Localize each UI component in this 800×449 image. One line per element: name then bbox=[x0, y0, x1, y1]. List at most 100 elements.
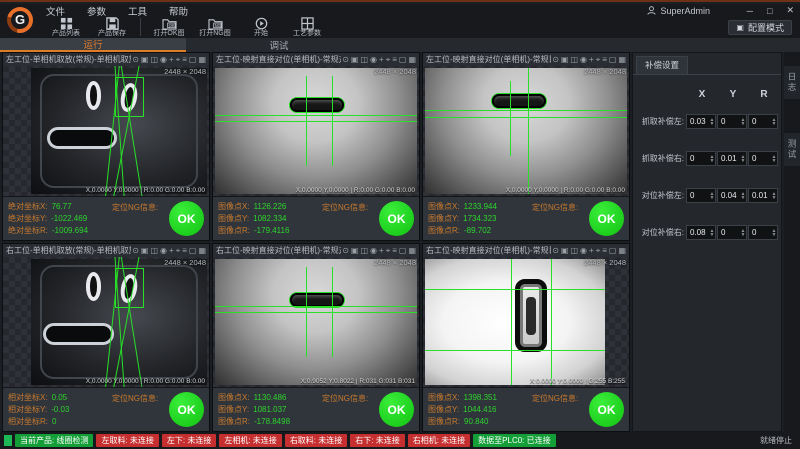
fullscreen-icon[interactable]: ▢ bbox=[399, 55, 407, 65]
crosshair-icon[interactable]: ⌖ bbox=[176, 55, 181, 65]
tab-debug[interactable]: 调试 bbox=[186, 38, 372, 52]
pan-icon[interactable]: + bbox=[379, 55, 384, 65]
fit-window-icon[interactable]: ▣ bbox=[561, 246, 569, 256]
compensation-x-input[interactable] bbox=[687, 189, 709, 202]
product-list-button[interactable]: 产品列表 bbox=[44, 17, 88, 38]
eye-icon[interactable]: ◉ bbox=[580, 246, 587, 256]
compensation-r-input[interactable] bbox=[749, 152, 771, 165]
menu-tools[interactable]: 工具 bbox=[128, 4, 147, 18]
spinner-down-icon[interactable]: ▼ bbox=[710, 122, 715, 126]
crosshair-icon[interactable]: ⌖ bbox=[386, 246, 391, 256]
side-tab-test[interactable]: 测试 bbox=[784, 133, 800, 166]
zoom-icon[interactable]: ⊙ bbox=[342, 55, 349, 65]
pan-icon[interactable]: + bbox=[379, 246, 384, 256]
compensation-panel-tab[interactable]: 补偿设置 bbox=[636, 56, 688, 74]
open-ng-image-button[interactable]: NG 打开NG图 bbox=[193, 17, 237, 38]
config-mode-button[interactable]: ▣ 配置模式 bbox=[728, 20, 792, 35]
open-ok-image-button[interactable]: OK 打开OK图 bbox=[147, 17, 191, 38]
spinner-down-icon[interactable]: ▼ bbox=[741, 122, 746, 126]
compensation-y-input[interactable] bbox=[718, 115, 740, 128]
fit-window-icon[interactable]: ▣ bbox=[141, 246, 149, 256]
list-icon[interactable]: ≡ bbox=[602, 55, 607, 65]
spinner-down-icon[interactable]: ▼ bbox=[741, 159, 746, 163]
zoom-icon[interactable]: ⊙ bbox=[552, 55, 559, 65]
grid-overlay-icon[interactable]: ▦ bbox=[198, 246, 206, 256]
fullscreen-icon[interactable]: ▢ bbox=[609, 246, 617, 256]
camera-image-viewport[interactable]: 2448 × 2048 bbox=[3, 66, 209, 196]
spinner-down-icon[interactable]: ▼ bbox=[772, 196, 777, 200]
pan-icon[interactable]: + bbox=[589, 55, 594, 65]
camera-image-viewport[interactable]: 2448 × 2048 bbox=[213, 257, 419, 387]
spinner-down-icon[interactable]: ▼ bbox=[772, 233, 777, 237]
actual-size-icon[interactable]: ◫ bbox=[570, 246, 578, 256]
camera-image-viewport[interactable]: 2448 × 2048 bbox=[423, 66, 629, 196]
crosshair-icon[interactable]: ⌖ bbox=[596, 246, 601, 256]
grid-overlay-icon[interactable]: ▦ bbox=[408, 246, 416, 256]
eye-icon[interactable]: ◉ bbox=[160, 55, 167, 65]
zoom-icon[interactable]: ⊙ bbox=[342, 246, 349, 256]
spinner-down-icon[interactable]: ▼ bbox=[772, 122, 777, 126]
camera-image-viewport[interactable]: 2448 × 2048 bbox=[423, 257, 629, 387]
zoom-icon[interactable]: ⊙ bbox=[132, 55, 139, 65]
eye-icon[interactable]: ◉ bbox=[580, 55, 587, 65]
compensation-x-input[interactable] bbox=[687, 226, 709, 239]
grid-overlay-icon[interactable]: ▦ bbox=[408, 55, 416, 65]
list-icon[interactable]: ≡ bbox=[182, 246, 187, 256]
grid-overlay-icon[interactable]: ▦ bbox=[618, 55, 626, 65]
tab-run[interactable]: 运行 bbox=[0, 38, 186, 52]
list-icon[interactable]: ≡ bbox=[182, 55, 187, 65]
eye-icon[interactable]: ◉ bbox=[370, 55, 377, 65]
fullscreen-icon[interactable]: ▢ bbox=[189, 55, 197, 65]
zoom-icon[interactable]: ⊙ bbox=[552, 246, 559, 256]
actual-size-icon[interactable]: ◫ bbox=[570, 55, 578, 65]
compensation-y-input[interactable] bbox=[718, 226, 740, 239]
camera-image-viewport[interactable]: 2448 × 2048 bbox=[3, 257, 209, 387]
actual-size-icon[interactable]: ◫ bbox=[360, 55, 368, 65]
fullscreen-icon[interactable]: ▢ bbox=[399, 246, 407, 256]
fullscreen-icon[interactable]: ▢ bbox=[189, 246, 197, 256]
process-parameters-button[interactable]: 工艺参数 bbox=[285, 17, 329, 38]
fit-window-icon[interactable]: ▣ bbox=[561, 55, 569, 65]
pan-icon[interactable]: + bbox=[169, 246, 174, 256]
menu-parameters[interactable]: 参数 bbox=[87, 4, 106, 18]
compensation-r-input[interactable] bbox=[749, 189, 771, 202]
compensation-x-input[interactable] bbox=[687, 115, 709, 128]
fit-window-icon[interactable]: ▣ bbox=[141, 55, 149, 65]
spinner-down-icon[interactable]: ▼ bbox=[710, 233, 715, 237]
menu-help[interactable]: 帮助 bbox=[169, 4, 188, 18]
menu-file[interactable]: 文件 bbox=[46, 4, 65, 18]
compensation-y-input[interactable] bbox=[718, 152, 740, 165]
grid-overlay-icon[interactable]: ▦ bbox=[618, 246, 626, 256]
zoom-icon[interactable]: ⊙ bbox=[132, 246, 139, 256]
pan-icon[interactable]: + bbox=[589, 246, 594, 256]
pan-icon[interactable]: + bbox=[169, 55, 174, 65]
eye-icon[interactable]: ◉ bbox=[160, 246, 167, 256]
close-button[interactable]: ✕ bbox=[786, 5, 794, 16]
eye-icon[interactable]: ◉ bbox=[370, 246, 377, 256]
spinner-down-icon[interactable]: ▼ bbox=[710, 159, 715, 163]
product-save-button[interactable]: 产品保存 bbox=[90, 17, 134, 38]
spinner-down-icon[interactable]: ▼ bbox=[710, 196, 715, 200]
maximize-button[interactable]: □ bbox=[767, 6, 772, 16]
crosshair-icon[interactable]: ⌖ bbox=[386, 55, 391, 65]
crosshair-icon[interactable]: ⌖ bbox=[176, 246, 181, 256]
spinner-down-icon[interactable]: ▼ bbox=[772, 159, 777, 163]
list-icon[interactable]: ≡ bbox=[392, 55, 397, 65]
crosshair-icon[interactable]: ⌖ bbox=[596, 55, 601, 65]
start-button[interactable]: 开始 bbox=[239, 17, 283, 38]
list-icon[interactable]: ≡ bbox=[602, 246, 607, 256]
minimize-button[interactable]: ─ bbox=[747, 6, 753, 16]
compensation-x-input[interactable] bbox=[687, 152, 709, 165]
compensation-r-input[interactable] bbox=[749, 226, 771, 239]
actual-size-icon[interactable]: ◫ bbox=[150, 246, 158, 256]
actual-size-icon[interactable]: ◫ bbox=[360, 246, 368, 256]
fullscreen-icon[interactable]: ▢ bbox=[609, 55, 617, 65]
spinner-down-icon[interactable]: ▼ bbox=[741, 233, 746, 237]
fit-window-icon[interactable]: ▣ bbox=[351, 246, 359, 256]
compensation-r-input[interactable] bbox=[749, 115, 771, 128]
spinner-down-icon[interactable]: ▼ bbox=[741, 196, 746, 200]
user-account[interactable]: SuperAdmin bbox=[647, 4, 710, 17]
side-tab-log[interactable]: 日志 bbox=[784, 66, 800, 99]
actual-size-icon[interactable]: ◫ bbox=[150, 55, 158, 65]
fit-window-icon[interactable]: ▣ bbox=[351, 55, 359, 65]
